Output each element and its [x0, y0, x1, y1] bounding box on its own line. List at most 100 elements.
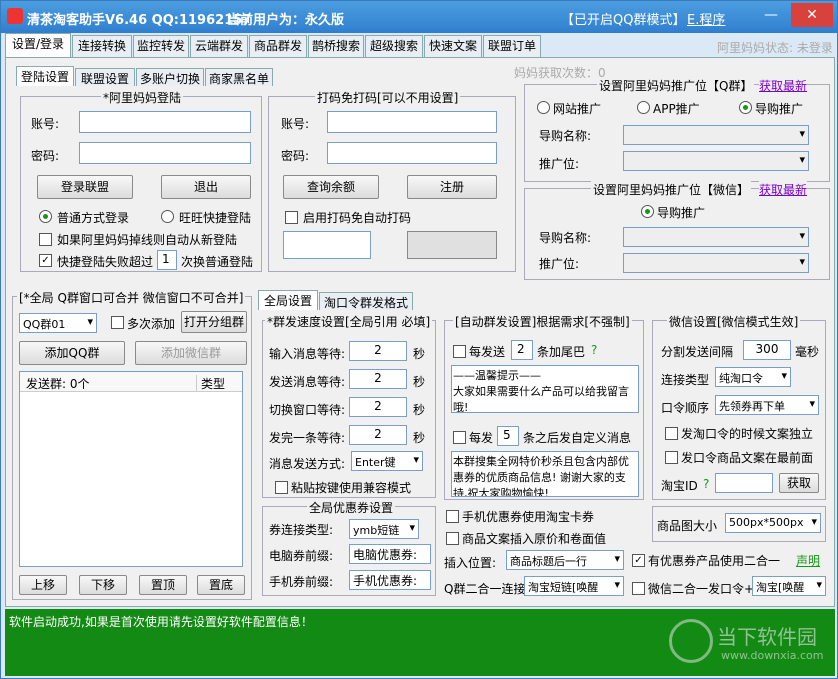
wx-guide-name-select[interactable] — [623, 227, 809, 247]
coupon-link-select[interactable]: ymb短链 — [349, 519, 419, 539]
login-password-input[interactable] — [79, 142, 251, 164]
insert-price-checkbox[interactable] — [446, 532, 459, 545]
wx-guide-promo-radio[interactable] — [641, 205, 654, 218]
tail-checkbox[interactable] — [453, 345, 466, 358]
wx-one-checkbox[interactable] — [632, 582, 645, 595]
qq-link-select[interactable]: 淘宝短链[唤醒 — [524, 576, 624, 596]
fail-count-input[interactable]: 1 — [157, 250, 177, 270]
combine-checkbox[interactable]: ✓ — [632, 554, 645, 567]
multi-add-checkbox[interactable] — [111, 316, 124, 329]
wx-one-select[interactable]: 淘宝[唤醒 — [752, 576, 826, 596]
subtab-alliance[interactable]: 联盟设置 — [75, 68, 135, 86]
app-promo-radio[interactable] — [637, 101, 650, 114]
promo-qq-refresh-link[interactable]: 获取最新 — [759, 77, 808, 94]
tab-link-convert[interactable]: 连接转换 — [72, 35, 132, 57]
open-group-button[interactable]: 打开分组群 — [181, 311, 247, 333]
watermark-logo-icon — [669, 619, 713, 663]
image-size-group: 商品图大小 500px*500px — [652, 506, 826, 542]
interval-input[interactable]: 300 — [743, 340, 791, 360]
mobile-card-checkbox[interactable] — [446, 510, 459, 523]
site-promo-radio[interactable] — [537, 101, 550, 114]
captcha-password-input[interactable] — [327, 142, 497, 164]
auto-captcha-checkbox[interactable] — [285, 211, 298, 224]
input-wait-input[interactable]: 2 — [349, 341, 407, 361]
wx-promo-pos-select[interactable] — [623, 253, 809, 273]
conn-type-select[interactable]: 纯淘口令 — [715, 367, 791, 387]
guide-name-select[interactable] — [623, 125, 809, 145]
subtab-multi-account[interactable]: 多账户切换 — [136, 68, 204, 86]
tab-quick-copy[interactable]: 快速文案 — [424, 35, 482, 57]
move-top-button[interactable]: 置顶 — [139, 575, 187, 595]
register-button[interactable]: 注册 — [407, 175, 497, 199]
finish-wait-input[interactable]: 2 — [349, 425, 407, 445]
custom-msg-text-area[interactable]: 本群搜集全网特价秒杀且包含内部优惠券的优质商品信息! 谢谢大家的支持,祝大家购物… — [451, 451, 639, 497]
fallback-login-checkbox[interactable]: ✓ — [39, 254, 52, 267]
copy-front-checkbox[interactable] — [665, 451, 678, 464]
combine-label: 有优惠券产品使用二合一 — [648, 554, 781, 568]
move-down-button[interactable]: 下移 — [79, 575, 127, 595]
move-up-button[interactable]: 上移 — [19, 575, 67, 595]
captcha-account-input[interactable] — [327, 111, 497, 133]
indep-copy-checkbox[interactable] — [665, 427, 678, 440]
subtab-blacklist[interactable]: 商家黑名单 — [205, 68, 273, 86]
conn-type-label: 连接类型 — [661, 373, 710, 387]
custom-msg-checkbox[interactable] — [453, 431, 466, 444]
taobao-id-input[interactable] — [715, 473, 773, 493]
tab-settings-login[interactable]: 设置/登录 — [5, 33, 71, 57]
auto-relogin-checkbox[interactable] — [39, 233, 52, 246]
image-size-select[interactable]: 500px*500px — [725, 513, 821, 533]
login-group-title: *阿里妈妈登陆 — [101, 89, 184, 106]
login-account-input[interactable] — [79, 111, 251, 133]
e-program-link[interactable]: E.程序 — [687, 9, 725, 28]
logout-button[interactable]: 退出 — [161, 175, 251, 199]
account-label: 账号: — [31, 117, 60, 131]
tab-product-mass[interactable]: 商品群发 — [249, 35, 307, 57]
site-promo-label: 网站推广 — [553, 102, 602, 116]
normal-login-label: 普通方式登录 — [57, 211, 130, 225]
wangwang-login-radio[interactable] — [161, 210, 174, 223]
qq-group-select[interactable]: QQ群01 — [19, 313, 97, 333]
send-wait-input[interactable]: 2 — [349, 369, 407, 389]
send-group-table[interactable]: 发送群: 0个 类型 — [19, 371, 243, 567]
move-bottom-button[interactable]: 置底 — [197, 575, 245, 595]
normal-login-radio[interactable] — [39, 210, 52, 223]
each-label: 每发 — [469, 431, 494, 445]
switch-wait-input[interactable]: 2 — [349, 397, 407, 417]
sec-label: 秒 — [413, 403, 426, 417]
help-icon[interactable]: ? — [591, 343, 597, 357]
tail-count-input[interactable]: 2 — [511, 340, 533, 360]
tab-cloud-mass[interactable]: 云端群发 — [190, 35, 248, 57]
query-balance-button[interactable]: 查询余额 — [283, 175, 379, 199]
paste-compat-checkbox[interactable] — [275, 481, 288, 494]
send-method-select[interactable]: Enter键 — [351, 451, 423, 471]
order-select[interactable]: 先领券再下单 — [715, 395, 819, 415]
send-method-label: 消息发送方式: — [269, 457, 346, 471]
promo-pos-select[interactable] — [623, 151, 809, 171]
minimize-icon[interactable]: — — [753, 3, 789, 27]
statement-link[interactable]: 声明 — [796, 552, 820, 569]
coupon-group-title: 全局优惠券设置 — [307, 499, 396, 516]
pc-prefix-input[interactable]: 电脑优惠券: — [349, 544, 431, 564]
tab-monitor-forward[interactable]: 监控转发 — [133, 35, 189, 57]
login-alliance-button[interactable]: 登录联盟 — [37, 175, 133, 199]
mobile-prefix-input[interactable]: 手机优惠券: — [349, 570, 431, 590]
add-qq-group-button[interactable]: 添加QQ群 — [19, 341, 125, 365]
guide-promo-radio[interactable] — [739, 101, 752, 114]
tab-super-search[interactable]: 超级搜索 — [365, 35, 423, 57]
tail-text-area[interactable]: ——温馨提示—— 大家如果需要什么产品可以给我留言哦! — [451, 365, 639, 413]
tab-queqiao-search[interactable]: 鹊桥搜索 — [308, 35, 364, 57]
add-wechat-group-button[interactable]: 添加微信群 — [135, 341, 247, 365]
taobao-id-get-button[interactable]: 获取 — [779, 473, 819, 493]
captcha-password-label: 密码: — [281, 149, 310, 163]
custom-count-input[interactable]: 5 — [497, 426, 519, 446]
close-icon[interactable]: ✕ — [791, 3, 833, 27]
tab-alliance-order[interactable]: 联盟订单 — [483, 35, 541, 57]
subtab-login[interactable]: 登陆设置 — [16, 66, 74, 86]
alimama-status: 阿里妈妈状态: 未登录 — [717, 41, 833, 55]
tab-global-settings[interactable]: 全局设置 — [258, 290, 318, 310]
insert-pos-select[interactable]: 商品标题后一行 — [506, 550, 624, 570]
taobao-id-help-icon[interactable]: ? — [703, 477, 709, 491]
promo-wx-refresh-link[interactable]: 获取最新 — [759, 181, 808, 198]
tab-taokouling-format[interactable]: 淘口令群发格式 — [319, 292, 413, 310]
captcha-code-input[interactable] — [283, 231, 371, 259]
